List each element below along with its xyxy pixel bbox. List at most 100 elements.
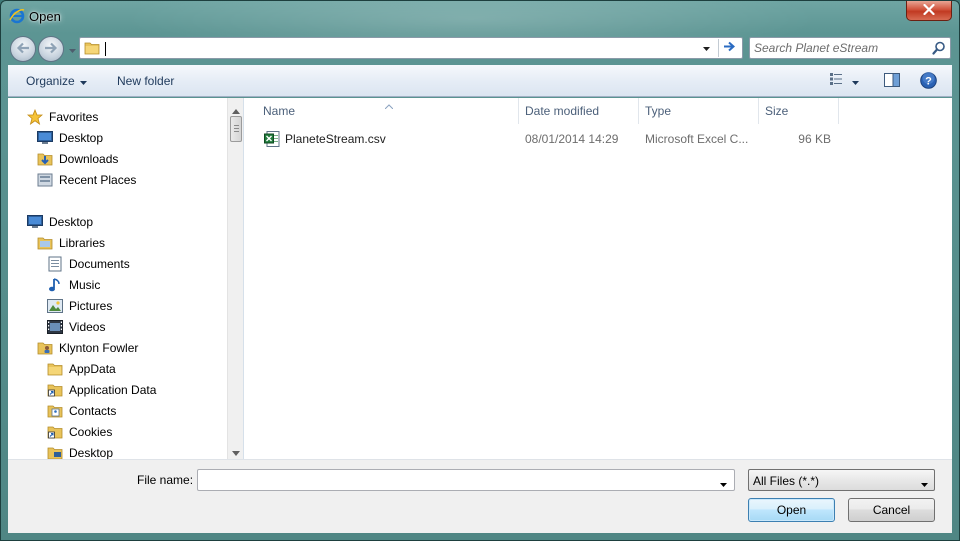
- file-name: PlaneteStream.csv: [285, 132, 386, 146]
- dialog-footer: File name: All Files (*.*) Open Cancel: [8, 459, 952, 533]
- recent-places-icon: [37, 172, 53, 188]
- change-view-button[interactable]: [830, 73, 859, 88]
- tree-item-videos[interactable]: Videos: [47, 317, 105, 337]
- tree-item-label: Klynton Fowler: [59, 341, 139, 355]
- file-name-combobox[interactable]: [197, 469, 735, 491]
- tree-item-application-data[interactable]: Application Data: [47, 380, 156, 400]
- desktop-icon: [27, 214, 43, 230]
- go-arrow-icon: [723, 41, 736, 55]
- shortcut-folder-icon: [47, 424, 63, 440]
- chevron-down-icon: [79, 74, 87, 88]
- tree-item-klynton-fowler[interactable]: Klynton Fowler: [37, 338, 138, 358]
- documents-icon: [47, 256, 63, 272]
- tree-item-label: Documents: [69, 257, 130, 271]
- tree-item-label: Desktop: [49, 215, 94, 229]
- tree-item-downloads[interactable]: Downloads: [37, 149, 118, 169]
- tree-item-label: Downloads: [59, 152, 119, 166]
- file-type: Microsoft Excel C...: [645, 132, 749, 146]
- help-icon[interactable]: ?: [920, 72, 937, 92]
- file-size: 96 KB: [798, 132, 831, 146]
- open-button[interactable]: Open: [748, 498, 835, 522]
- tree-item-libraries[interactable]: Libraries: [37, 233, 105, 253]
- search-icon[interactable]: [932, 41, 946, 58]
- search-box[interactable]: [749, 37, 951, 59]
- folder-icon: [47, 361, 63, 377]
- new-folder-button[interactable]: New folder: [117, 74, 174, 88]
- go-button[interactable]: [718, 39, 740, 57]
- tree-item-music[interactable]: Music: [47, 275, 100, 295]
- navigation-pane: Favorites Desktop Downloads Recent Place…: [8, 98, 244, 459]
- navigation-scrollbar[interactable]: [227, 98, 243, 459]
- column-header-label: Size: [765, 104, 789, 118]
- tree-item-desktop[interactable]: Desktop: [27, 212, 93, 232]
- tree-item-appdata[interactable]: AppData: [47, 359, 116, 379]
- chevron-down-icon: [921, 476, 928, 490]
- tree-item-desktop-user[interactable]: Desktop: [47, 443, 113, 459]
- downloads-icon: [37, 151, 53, 167]
- organize-label: Organize: [26, 74, 75, 88]
- recent-locations-dropdown[interactable]: [67, 43, 77, 55]
- address-history-dropdown[interactable]: [700, 44, 712, 54]
- tree-item-label: Recent Places: [59, 173, 137, 187]
- details-view-icon: [830, 73, 844, 88]
- tree-item-favorites[interactable]: Favorites: [27, 107, 98, 127]
- tree-item-documents[interactable]: Documents: [47, 254, 130, 274]
- preview-pane-icon[interactable]: [884, 73, 900, 90]
- tree-item-label: Favorites: [49, 110, 99, 124]
- tree-item-desktop-favorite[interactable]: Desktop: [37, 128, 103, 148]
- desktop-folder-icon: [47, 445, 63, 459]
- tree-item-label: Libraries: [59, 236, 106, 250]
- tree-item-label: Cookies: [69, 425, 113, 439]
- back-button[interactable]: [10, 36, 36, 62]
- chevron-down-icon: [68, 42, 76, 56]
- command-toolbar: Organize New folder ?: [8, 65, 952, 97]
- close-button[interactable]: [906, 1, 952, 21]
- title-bar: Open: [1, 1, 959, 33]
- table-row[interactable]: PlaneteStream.csv 08/01/2014 14:29 Micro…: [245, 128, 952, 150]
- file-type-filter-value: All Files (*.*): [753, 474, 820, 488]
- tree-item-label: Music: [69, 278, 101, 292]
- folder-icon: [84, 41, 100, 58]
- scroll-down-arrow-icon[interactable]: [232, 445, 240, 459]
- chevron-down-icon: [852, 74, 859, 88]
- tree-item-cookies[interactable]: Cookies: [47, 422, 112, 442]
- scrollbar-thumb[interactable]: [230, 116, 242, 142]
- search-input[interactable]: [754, 40, 924, 56]
- forward-arrow-icon: [44, 42, 58, 57]
- file-name-label: File name:: [137, 473, 194, 487]
- tree-item-label: Desktop: [59, 131, 104, 145]
- star-icon: [27, 109, 43, 125]
- column-header-size[interactable]: Size: [759, 98, 839, 124]
- tree-item-pictures[interactable]: Pictures: [47, 296, 112, 316]
- tree-item-label: Videos: [69, 320, 106, 334]
- tree-item-label: Pictures: [69, 299, 113, 313]
- open-dialog-window: Open Search Planet eStream Organize New …: [0, 0, 960, 541]
- column-header-date-modified[interactable]: Date modified: [519, 98, 639, 124]
- forward-button[interactable]: [38, 36, 64, 62]
- text-cursor: [105, 42, 106, 56]
- scroll-up-arrow-icon[interactable]: [232, 103, 240, 117]
- tree-item-label: Desktop: [69, 446, 114, 459]
- tree-item-contacts[interactable]: Contacts: [47, 401, 116, 421]
- column-header-name[interactable]: Name: [257, 98, 519, 124]
- organize-button[interactable]: Organize: [26, 74, 87, 88]
- desktop-icon: [37, 130, 53, 146]
- internet-explorer-icon: [9, 8, 25, 24]
- tree-item-label: Contacts: [69, 404, 117, 418]
- libraries-icon: [37, 235, 53, 251]
- column-header-label: Name: [263, 104, 296, 118]
- column-header-type[interactable]: Type: [639, 98, 759, 124]
- address-bar[interactable]: [79, 37, 743, 59]
- excel-csv-icon: [264, 131, 280, 150]
- cancel-button[interactable]: Cancel: [848, 498, 935, 522]
- tree-item-recent-places[interactable]: Recent Places: [37, 170, 136, 190]
- new-folder-label: New folder: [117, 74, 175, 88]
- file-list-pane: Name Date modified Type Size PlaneteStre…: [245, 98, 952, 459]
- window-title: Open: [29, 9, 61, 24]
- chevron-down-icon[interactable]: [720, 476, 727, 490]
- file-type-filter-select[interactable]: All Files (*.*): [748, 469, 935, 491]
- file-name-input[interactable]: [201, 472, 706, 488]
- music-icon: [47, 277, 63, 293]
- videos-icon: [47, 319, 63, 335]
- contacts-icon: [47, 403, 63, 419]
